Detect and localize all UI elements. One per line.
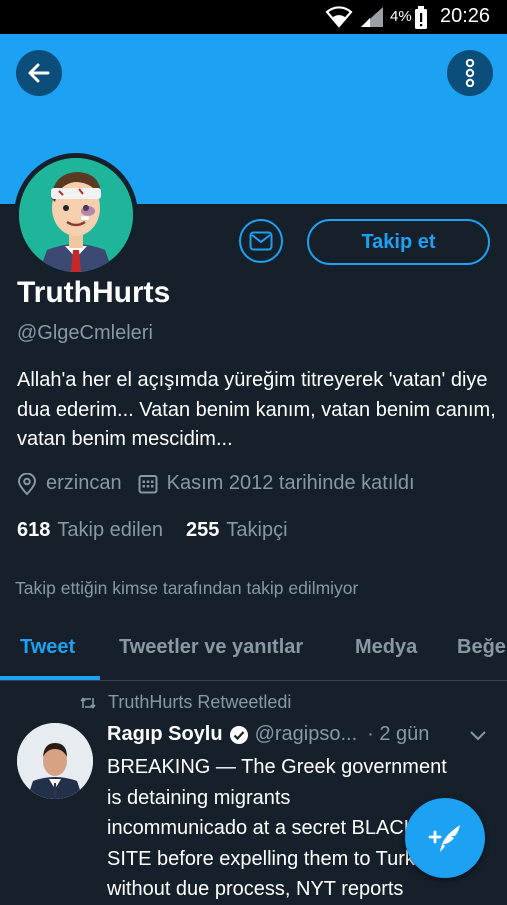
chevron-down-icon: [470, 731, 486, 741]
compose-tweet-button[interactable]: [405, 798, 485, 878]
location-text: erzincan: [46, 472, 122, 494]
followers-label: Takipçi: [226, 519, 288, 541]
retweeted-by-text: TruthHurts Retweetledi: [108, 692, 292, 712]
active-tab-indicator: [0, 676, 100, 680]
message-button[interactable]: [239, 219, 283, 263]
status-time: 20:26: [440, 5, 491, 27]
following-link[interactable]: 618 Takip edilen: [17, 519, 163, 542]
verified-badge-icon: [229, 725, 248, 744]
more-vertical-icon: [465, 59, 475, 87]
tweet-author-avatar[interactable]: [17, 723, 93, 799]
more-options-button[interactable]: [447, 50, 493, 96]
tweet-author-name[interactable]: Ragıp Soylu: [107, 723, 223, 746]
tab-likes[interactable]: Beğe: [457, 636, 506, 659]
battery-percent: 4%: [390, 8, 412, 25]
profile-meta: erzincan Kasım 2012 tarihinde katıldı: [17, 472, 415, 495]
author-photo: [17, 723, 93, 799]
tweet-author-handle[interactable]: @ragipso...: [255, 723, 358, 746]
mail-icon: [249, 231, 273, 251]
tab-tweets[interactable]: Tweet: [20, 636, 75, 659]
profile-avatar[interactable]: [14, 153, 138, 277]
tab-tweets-and-replies[interactable]: Tweetler ve yanıtlar: [119, 636, 303, 659]
follow-counts: 618 Takip edilen 255 Takipçi: [17, 519, 288, 542]
join-date-text: Kasım 2012 tarihinde katıldı: [166, 472, 415, 494]
followers-count: 255: [186, 519, 220, 541]
join-date: Kasım 2012 tarihinde katıldı: [138, 472, 415, 495]
followers-link[interactable]: 255 Takipçi: [186, 519, 288, 542]
profile-tabs: Tweet Tweetler ve yanıtlar Medya Beğe: [0, 624, 507, 681]
profile-handle: @GlgeCmleleri: [17, 322, 153, 344]
avatar-illustration: [19, 158, 133, 272]
follow-button[interactable]: Takip et: [307, 219, 490, 265]
calendar-icon: [138, 474, 158, 493]
signal-icon: [360, 6, 384, 34]
status-bar: 4% 20:26: [0, 0, 507, 34]
retweet-icon: [80, 696, 96, 709]
profile-name: TruthHurts: [17, 276, 171, 309]
following-label: Takip edilen: [57, 519, 163, 541]
followed-by-notice: Takip ettiğin kimse tarafından takip edi…: [15, 578, 359, 598]
tweet-menu-button[interactable]: [468, 728, 488, 747]
location: erzincan: [17, 472, 122, 495]
tweet-line: BREAKING — The Greek government: [107, 756, 447, 778]
back-arrow-icon: [28, 63, 50, 83]
compose-tweet-icon: [428, 825, 460, 852]
retweet-context: TruthHurts Retweetledi: [80, 692, 291, 713]
tweet-timestamp[interactable]: · 2 gün: [367, 723, 429, 746]
back-button[interactable]: [16, 50, 62, 96]
tweet-header: Ragıp Soylu @ragipso... · 2 gün: [107, 723, 492, 746]
tab-media[interactable]: Medya: [355, 636, 417, 659]
profile-bio: Allah'a her el açışımda yüreğim titreyer…: [17, 369, 496, 450]
following-count: 618: [17, 519, 51, 541]
wifi-icon: [325, 4, 353, 34]
location-pin-icon: [17, 472, 37, 495]
battery-alert-icon: [414, 6, 428, 36]
